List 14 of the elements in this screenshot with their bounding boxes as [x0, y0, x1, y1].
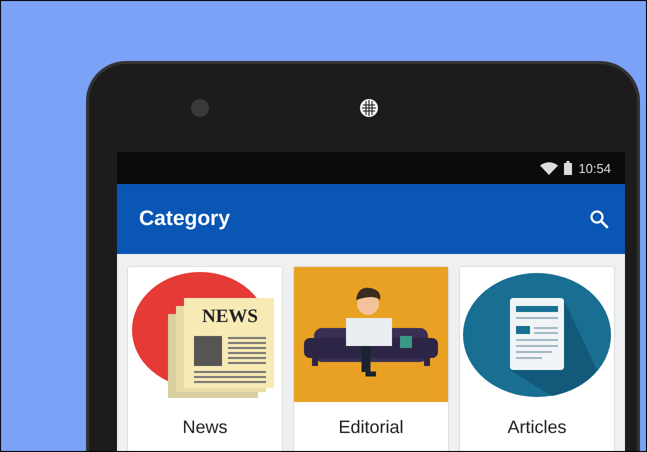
wifi-icon [540, 162, 558, 174]
newspaper-headline: NEWS [201, 306, 259, 328]
category-label: Articles [507, 417, 566, 438]
camera-dot [191, 99, 209, 117]
category-card[interactable]: Editorial [293, 266, 449, 451]
app-bar-title: Category [139, 207, 230, 231]
category-card[interactable]: NEWS News [127, 266, 283, 451]
battery-icon [564, 161, 572, 175]
search-icon[interactable] [589, 209, 609, 229]
category-card[interactable]: Articles [459, 266, 615, 451]
status-time: 10:54 [578, 160, 611, 176]
category-label: Editorial [338, 417, 404, 438]
speaker-grille-icon [359, 98, 379, 118]
category-label: News [182, 417, 228, 438]
